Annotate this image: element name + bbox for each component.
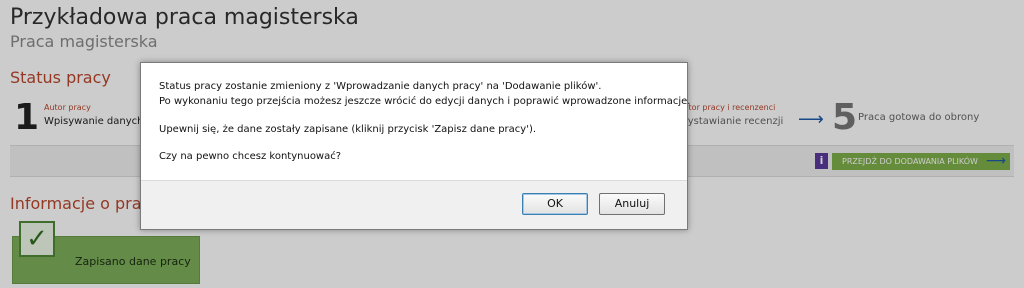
dialog-message-line: Status pracy zostanie zmieniony z 'Wprow…	[159, 81, 602, 92]
dialog-footer: OK Anuluj	[141, 180, 687, 229]
confirm-dialog: Status pracy zostanie zmieniony z 'Wprow…	[140, 62, 691, 230]
dialog-message-line: Upewnij się, że dane zostały zapisane (k…	[159, 124, 537, 135]
dialog-question: Czy na pewno chcesz kontynuować?	[159, 151, 342, 162]
ok-button[interactable]: OK	[522, 193, 588, 215]
cancel-button[interactable]: Anuluj	[599, 193, 665, 215]
dialog-message-line: Po wykonaniu tego przejścia możesz jeszc…	[159, 96, 691, 107]
